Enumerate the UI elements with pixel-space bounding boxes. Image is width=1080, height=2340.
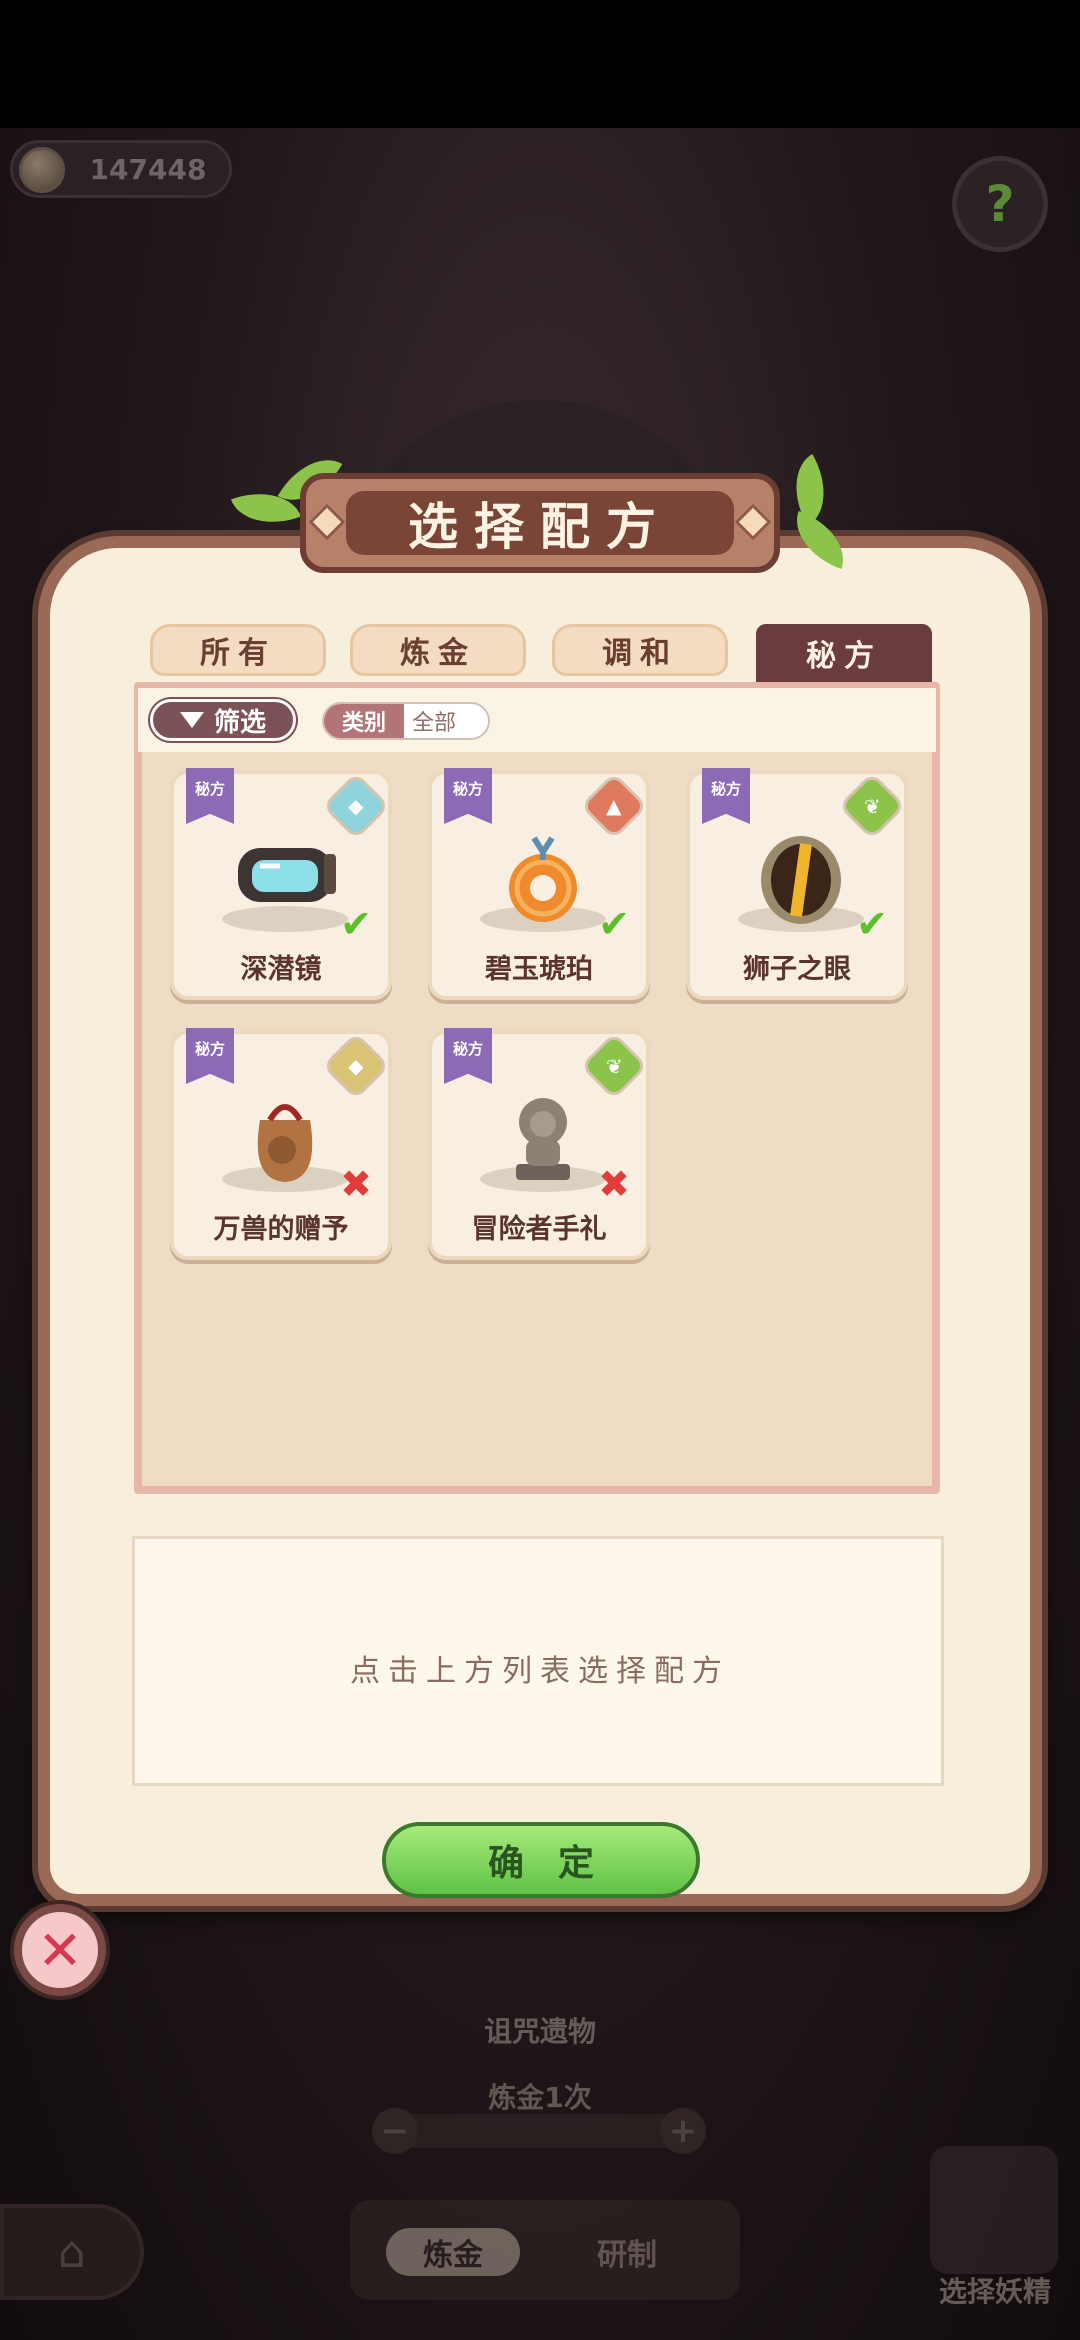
confirm-button[interactable]: 确定 <box>382 1822 700 1898</box>
recipe-card[interactable]: 秘方 ◆ 万兽的赠予 ✖ <box>170 1028 392 1260</box>
background-tab-research: 研制 <box>597 2238 657 2273</box>
currency-value: 147448 <box>89 153 207 186</box>
amber-ring-icon <box>509 836 577 922</box>
select-fairy-label: 选择妖精 <box>938 2275 1051 2308</box>
lion-eye-gem-icon <box>761 836 841 924</box>
title-gem-right <box>734 503 772 541</box>
background-minus-button: − <box>372 2108 418 2154</box>
secret-recipe-tag: 秘方 <box>186 1028 234 1084</box>
recipe-description-text: 点击上方列表选择配方 <box>350 1654 730 1689</box>
filter-label: 筛选 <box>213 707 266 738</box>
check-icon: ✔ <box>598 902 630 946</box>
cross-icon: ✖ <box>340 1162 372 1206</box>
background-tab-alchemy: 炼金 <box>386 2228 520 2276</box>
recipe-card[interactable]: 秘方 ◆ 深潜镜 ✔ <box>170 768 392 1000</box>
filter-icon <box>179 712 204 728</box>
recipe-card[interactable]: 秘方 ▲ 碧玉琥珀 ✔ <box>428 768 650 1000</box>
background-card-label: 诅咒遗物 <box>483 2015 596 2048</box>
beast-pouch-icon <box>257 1104 313 1182</box>
coin-icon <box>19 147 65 193</box>
background-count-text: 炼金1次 <box>488 2081 592 2114</box>
secret-recipe-tag: 秘方 <box>444 1028 492 1084</box>
check-icon: ✔ <box>340 902 372 946</box>
tab-all[interactable]: 所有 <box>150 624 326 676</box>
currency-display: 147448 <box>10 140 232 198</box>
dialog-title-inner: 选择配方 <box>346 491 734 556</box>
recipe-name: 冒险者手礼 <box>471 1214 607 1245</box>
category-value: 全部 <box>412 711 457 736</box>
category-key: 类别 <box>324 704 404 738</box>
recipe-name: 狮子之眼 <box>743 954 851 985</box>
background-plus-button: + <box>660 2108 706 2154</box>
secret-recipe-tag: 秘方 <box>186 768 234 824</box>
background-progress-bar <box>380 2114 700 2148</box>
tab-blend[interactable]: 调和 <box>552 624 728 676</box>
check-icon: ✔ <box>856 902 888 946</box>
filter-button[interactable]: 筛选 <box>150 699 296 741</box>
recipe-name: 深潜镜 <box>240 954 322 985</box>
recipe-name: 万兽的赠予 <box>213 1214 349 1245</box>
lion-statue-icon <box>516 1098 570 1180</box>
help-button[interactable]: ? <box>952 156 1048 252</box>
title-gem-left <box>308 503 346 541</box>
home-icon: ⌂ <box>0 2204 144 2300</box>
help-icon: ? <box>985 175 1015 233</box>
tab-alchemy[interactable]: 炼金 <box>350 624 526 676</box>
dialog-title: 选择配方 <box>408 498 672 556</box>
close-button[interactable]: ✕ <box>14 1904 106 1996</box>
recipe-card[interactable]: 秘方 ❦ 狮子之眼 ✔ <box>686 768 908 1000</box>
fairy-slot <box>930 2146 1058 2274</box>
secret-recipe-tag: 秘方 <box>444 768 492 824</box>
tab-secret-recipe[interactable]: 秘方 <box>756 624 932 682</box>
dialog-title-plate: 选择配方 <box>300 473 780 573</box>
secret-recipe-tag: 秘方 <box>702 768 750 824</box>
recipe-card[interactable]: 秘方 ❦ 冒险者手礼 ✖ <box>428 1028 650 1260</box>
recipe-name: 碧玉琥珀 <box>485 954 593 985</box>
close-icon: ✕ <box>37 1918 83 1982</box>
diving-goggles-icon <box>238 848 336 902</box>
cross-icon: ✖ <box>598 1162 630 1206</box>
category-filter[interactable]: 类别 全部 <box>322 702 490 740</box>
